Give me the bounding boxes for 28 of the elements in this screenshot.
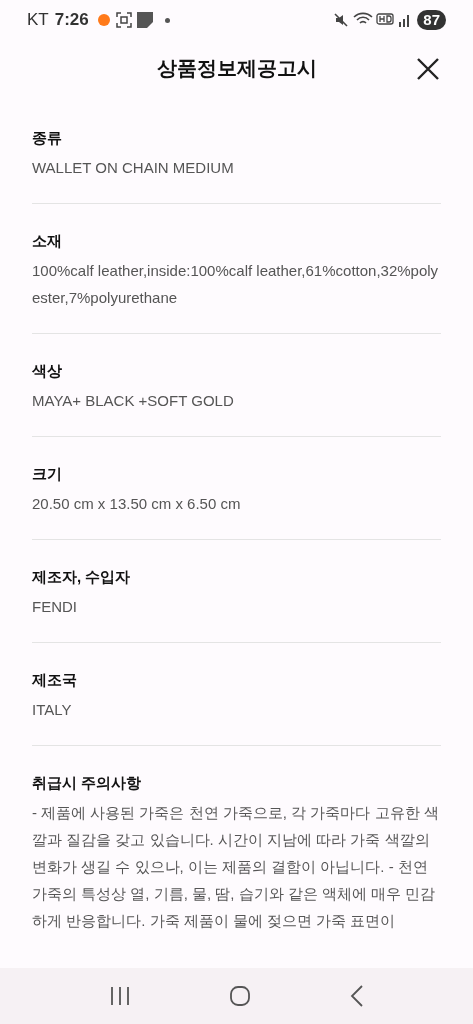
page-title: 상품정보제공고시 (156, 56, 317, 81)
hd-icon (376, 13, 395, 27)
field-value: WALLET ON CHAIN MEDIUM (32, 158, 235, 178)
field-value: MAYA+ BLACK +SOFT GOLD (32, 391, 235, 411)
battery-level: 87 (417, 10, 446, 30)
field-value: - 제품에 사용된 가죽은 천연 가죽으로, 각 가죽마다 고유한 색깔과 질감을 갖고 있습니다. 시간이 지남에 따라 가죽 색깔의 변화가 생길 수 있으나, 이는 제품의 결함이 아닙니다. - 천연 가죽의 특성상 열, 기름, 물, 땀, 습기와 같은 액체에 매우 민감하게 반응합니다. 가죽 제품이 물에 젖으면 가죽 표면이 (32, 803, 440, 931)
screenshot-icon (115, 12, 132, 28)
field-label: 색상 (32, 361, 63, 381)
field-label: 크기 (32, 464, 63, 484)
field-value: 20.50 cm x 13.50 cm x 6.50 cm (32, 494, 242, 514)
back-icon[interactable] (349, 985, 364, 1007)
mute-icon (333, 12, 350, 28)
field-value: 100%calf leather,inside:100%calf leather,61%cotton,32%polyester,7%polyurethane (32, 261, 440, 308)
field-label: 소재 (32, 231, 63, 251)
close-button[interactable] (415, 56, 441, 82)
field-value: ITALY (32, 700, 73, 720)
field-label: 제조자, 수입자 (32, 567, 132, 587)
recent-apps-icon[interactable] (109, 986, 132, 1006)
field-value: FENDI (32, 597, 78, 617)
app-notification-icon (96, 13, 111, 27)
carrier-name: KT (27, 9, 49, 32)
dot-icon (164, 17, 170, 23)
note-icon (136, 12, 153, 28)
home-icon[interactable] (229, 985, 252, 1007)
clock-time: 7:26 (54, 9, 89, 32)
field-label: 종류 (32, 128, 63, 148)
field-label: 취급시 주의사항 (32, 773, 143, 793)
field-label: 제조국 (32, 670, 78, 690)
